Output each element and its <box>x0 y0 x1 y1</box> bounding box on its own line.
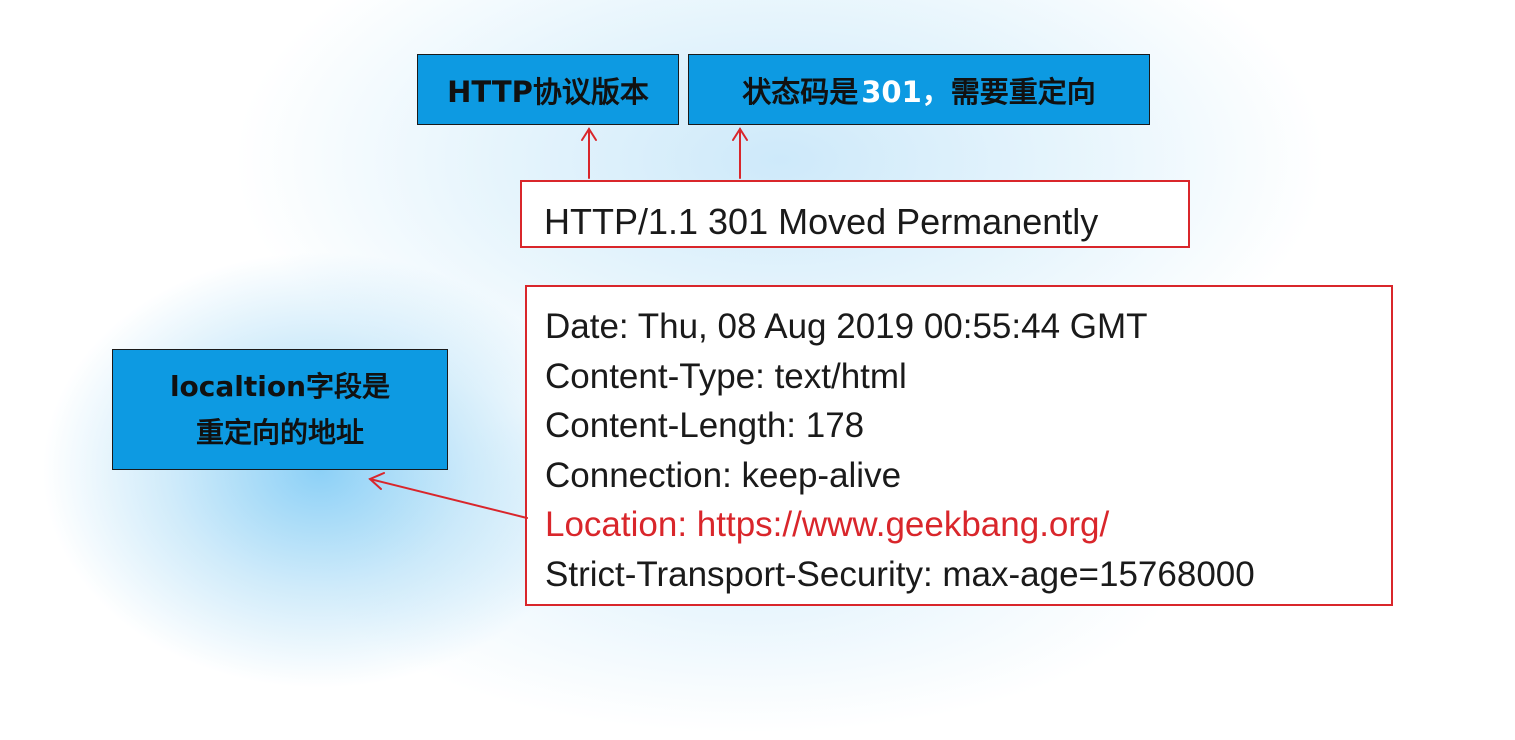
arrow-to-status-code-label <box>732 127 748 179</box>
connector-arrows <box>368 127 748 519</box>
arrow-to-location-label <box>368 472 528 519</box>
arrow-to-version-label <box>581 127 597 179</box>
